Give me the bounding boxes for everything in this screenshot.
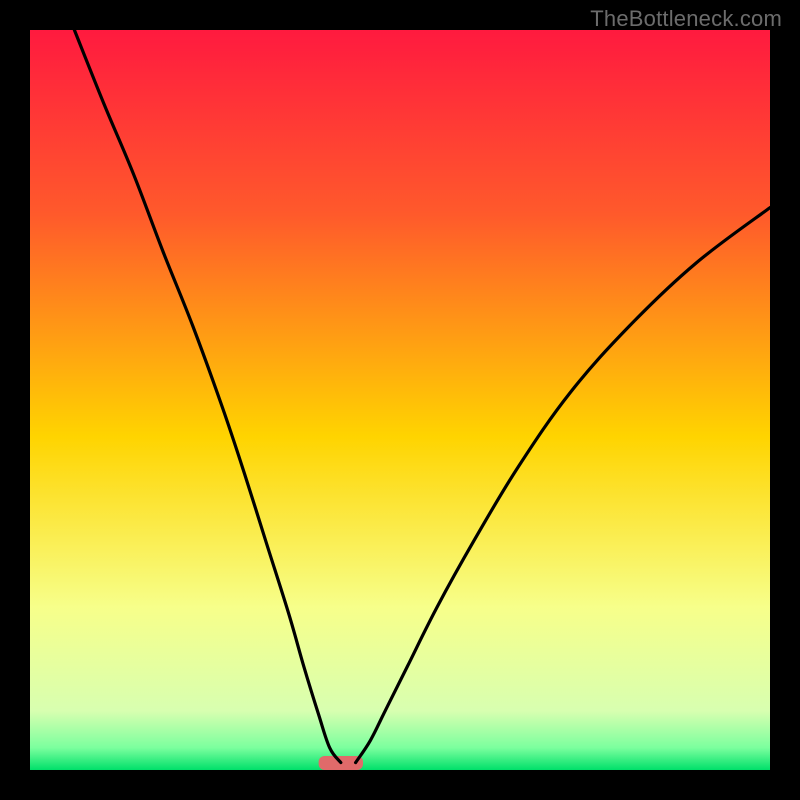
chart-frame: TheBottleneck.com (0, 0, 800, 800)
watermark-text: TheBottleneck.com (590, 6, 782, 32)
chart-svg (0, 0, 800, 800)
plot-area (30, 30, 770, 770)
